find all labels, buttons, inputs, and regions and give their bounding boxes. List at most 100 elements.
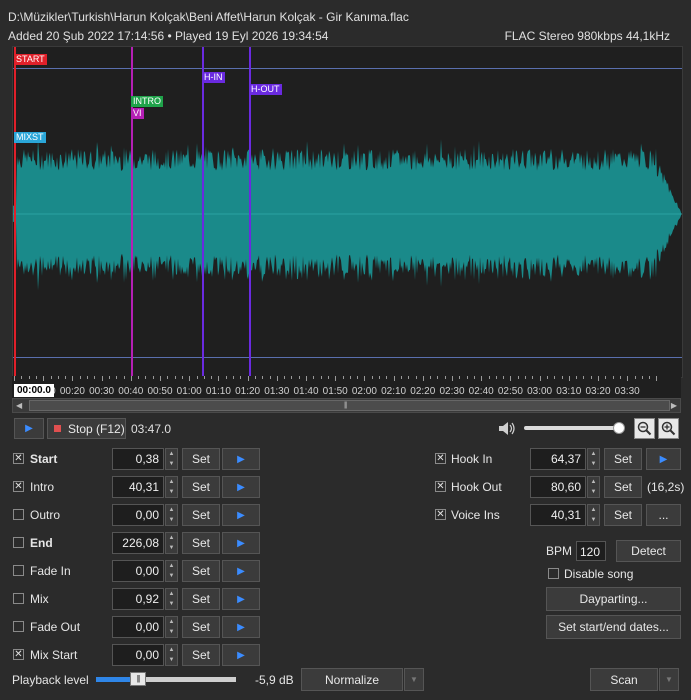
end-field[interactable]: 226,08 — [112, 532, 164, 554]
fade-in-spinner[interactable]: ▲ ▼ — [165, 560, 178, 582]
fade-out-checkbox[interactable] — [13, 621, 24, 632]
intro-set-button[interactable]: Set — [182, 476, 220, 498]
scroll-right-icon[interactable]: ▶ — [671, 401, 677, 410]
speaker-icon[interactable] — [497, 420, 517, 437]
mix-checkbox[interactable] — [13, 593, 24, 604]
playback-level-slider[interactable]: ||| — [96, 672, 236, 686]
hook-in-marker-tag[interactable]: H-IN — [202, 72, 225, 83]
outro-play-button[interactable]: ▶ — [222, 504, 260, 526]
scroll-thumb[interactable]: ||| — [29, 400, 670, 411]
fade-out-field[interactable]: 0,00 — [112, 616, 164, 638]
outro-checkbox[interactable] — [13, 509, 24, 520]
mix-start-checkbox[interactable]: ✕ — [13, 649, 24, 660]
ruler-tick — [335, 376, 337, 381]
mixst-marker-tag[interactable]: MIXST — [14, 132, 46, 143]
end-set-button[interactable]: Set — [182, 532, 220, 554]
scroll-left-icon[interactable]: ◀ — [16, 401, 22, 410]
chevron-down-icon: ▼ — [168, 573, 175, 579]
fade-out-set-button[interactable]: Set — [182, 616, 220, 638]
zoom-in-button[interactable] — [658, 418, 679, 439]
chevron-up-icon: ▲ — [168, 507, 175, 513]
intro-spinner[interactable]: ▲ ▼ — [165, 476, 178, 498]
time-ruler[interactable]: 00:1000:2000:3000:4000:5001:0001:1001:20… — [12, 376, 681, 398]
set-dates-button[interactable]: Set start/end dates... — [546, 615, 681, 639]
end-play-button[interactable]: ▶ — [222, 532, 260, 554]
hook-in-spinner[interactable]: ▲ ▼ — [587, 448, 600, 470]
start-marker-line[interactable] — [14, 47, 16, 377]
play-button[interactable]: ▶ — [14, 418, 44, 439]
mix-set-button[interactable]: Set — [182, 588, 220, 610]
chevron-down-icon: ▼ — [168, 545, 175, 551]
ruler-tick — [101, 376, 103, 381]
start-play-button[interactable]: ▶ — [222, 448, 260, 470]
voice-ins-checkbox[interactable]: ✕ — [435, 509, 446, 520]
hook-out-checkbox[interactable]: ✕ — [435, 481, 446, 492]
intro-checkbox[interactable]: ✕ — [13, 481, 24, 492]
start-field[interactable]: 0,38 — [112, 448, 164, 470]
end-checkbox[interactable] — [13, 537, 24, 548]
start-spinner[interactable]: ▲ ▼ — [165, 448, 178, 470]
fade-in-play-button[interactable]: ▶ — [222, 560, 260, 582]
normalize-button[interactable]: Normalize — [301, 668, 403, 691]
outro-spinner[interactable]: ▲ ▼ — [165, 504, 178, 526]
fade-in-set-button[interactable]: Set — [182, 560, 220, 582]
ruler-tick — [605, 376, 607, 379]
ruler-tick-label: 02:00 — [351, 386, 377, 397]
voice-ins-set-button[interactable]: Set — [604, 504, 642, 526]
hook-in-set-button[interactable]: Set — [604, 448, 642, 470]
hook-in-marker-line[interactable] — [202, 47, 204, 377]
mix-start-set-button[interactable]: Set — [182, 644, 220, 666]
outro-set-button[interactable]: Set — [182, 504, 220, 526]
dayparting-button[interactable]: Dayparting... — [546, 587, 681, 611]
intro-field[interactable]: 40,31 — [112, 476, 164, 498]
hook-out-marker-line[interactable] — [249, 47, 251, 377]
start-checkbox[interactable]: ✕ — [13, 453, 24, 464]
mix-field[interactable]: 0,92 — [112, 588, 164, 610]
fade-out-spinner[interactable]: ▲ ▼ — [165, 616, 178, 638]
intro-play-button[interactable]: ▶ — [222, 476, 260, 498]
outro-field[interactable]: 0,00 — [112, 504, 164, 526]
mix-start-field[interactable]: 0,00 — [112, 644, 164, 666]
mix-start-spinner[interactable]: ▲ ▼ — [165, 644, 178, 666]
start-marker-tag[interactable]: START — [14, 54, 47, 65]
fade-in-checkbox[interactable] — [13, 565, 24, 576]
mix-start-play-button[interactable]: ▶ — [222, 644, 260, 666]
fade-in-field[interactable]: 0,00 — [112, 560, 164, 582]
ruler-tick — [554, 376, 556, 379]
hook-out-spinner[interactable]: ▲ ▼ — [587, 476, 600, 498]
detect-button[interactable]: Detect — [616, 540, 681, 562]
normalize-dropdown-button[interactable]: ▼ — [404, 668, 424, 691]
stop-label: Stop (F12) — [68, 421, 125, 436]
hook-in-play-button[interactable]: ▶ — [646, 448, 681, 470]
hook-in-checkbox[interactable]: ✕ — [435, 453, 446, 464]
chevron-up-icon: ▲ — [590, 507, 597, 513]
hook-out-marker-tag[interactable]: H-OUT — [249, 84, 282, 95]
volume-slider[interactable] — [524, 422, 625, 434]
horizontal-scrollbar[interactable]: ◀ ||| ▶ — [12, 398, 681, 413]
hook-out-set-button[interactable]: Set — [604, 476, 642, 498]
voice-ins-spinner[interactable]: ▲ ▼ — [587, 504, 600, 526]
voice-ins-more-button[interactable]: ... — [646, 504, 681, 526]
scan-dropdown-button[interactable]: ▼ — [659, 668, 679, 691]
volume-slider-thumb[interactable] — [613, 422, 625, 434]
bpm-field[interactable]: 120 — [576, 541, 606, 561]
ruler-tick-label: 01:10 — [205, 386, 231, 397]
stop-button[interactable]: Stop (F12) — [47, 418, 126, 439]
intro-marker-tag[interactable]: INTRO — [131, 96, 163, 107]
zoom-out-button[interactable] — [634, 418, 655, 439]
playback-level-thumb[interactable]: ||| — [130, 672, 146, 686]
mix-play-button[interactable]: ▶ — [222, 588, 260, 610]
fade-out-play-button[interactable]: ▶ — [222, 616, 260, 638]
intro-label: Intro — [30, 480, 55, 494]
waveform-panel[interactable]: START MIXST INTRO VI H-IN H-OUT — [12, 46, 683, 378]
voice-ins-field[interactable]: 40,31 — [530, 504, 586, 526]
end-spinner[interactable]: ▲ ▼ — [165, 532, 178, 554]
hook-in-field[interactable]: 64,37 — [530, 448, 586, 470]
scan-button[interactable]: Scan — [590, 668, 658, 691]
disable-song-checkbox[interactable] — [548, 568, 559, 579]
start-set-button[interactable]: Set — [182, 448, 220, 470]
mix-spinner[interactable]: ▲ ▼ — [165, 588, 178, 610]
vi-marker-tag[interactable]: VI — [131, 108, 144, 119]
hook-out-field[interactable]: 80,60 — [530, 476, 586, 498]
ruler-tick — [254, 376, 256, 379]
